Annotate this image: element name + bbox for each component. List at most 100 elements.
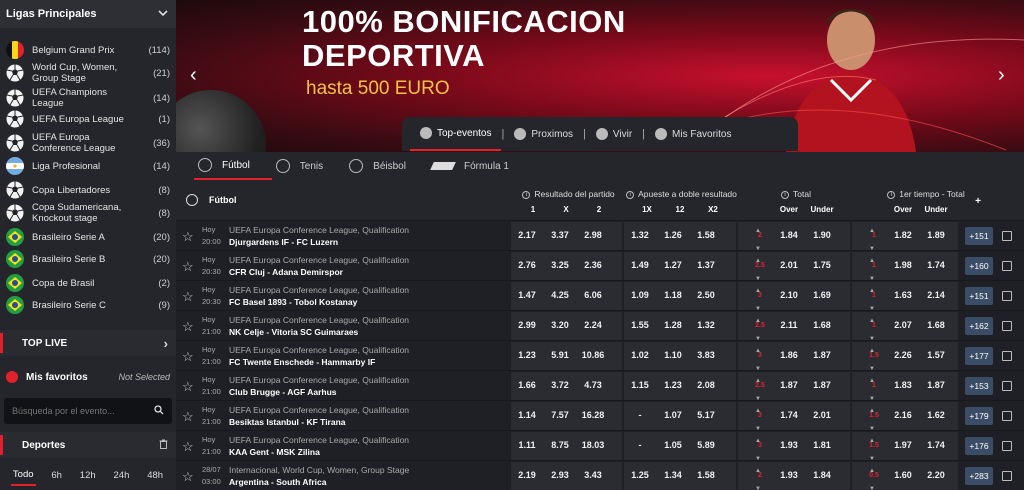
odd-value[interactable]: 4.25 <box>545 281 575 310</box>
banner-prev-arrow[interactable]: ‹ <box>190 64 197 87</box>
favorite-star-icon[interactable]: ☆ <box>182 409 194 425</box>
half-line-stepper[interactable]: 1.5 <box>867 400 881 440</box>
time-tab-48h[interactable]: 48h <box>145 466 165 485</box>
over-odd[interactable]: 2.11 <box>775 311 803 340</box>
table-row[interactable]: ☆ Hoy 21:00 UEFA Europa Conference League, … <box>176 310 1024 350</box>
half-over-odd[interactable]: 1.97 <box>889 431 917 460</box>
odd-value[interactable]: 1.37 <box>691 251 721 280</box>
half-over-odd[interactable]: 2.26 <box>889 341 917 370</box>
odd-value[interactable]: 2.99 <box>512 311 542 340</box>
banner-next-arrow[interactable]: › <box>998 64 1005 87</box>
more-markets-button[interactable]: +151 <box>965 227 993 245</box>
sidebar-league-item[interactable]: Brasileiro Serie C (9) <box>0 295 176 315</box>
odd-value[interactable]: 1.58 <box>691 221 721 250</box>
odd-value[interactable]: 1.34 <box>658 461 688 490</box>
half-over-odd[interactable]: 1.83 <box>889 371 917 400</box>
under-odd[interactable]: 1.84 <box>807 461 837 490</box>
more-markets-button[interactable]: +162 <box>965 317 993 335</box>
odd-value[interactable]: 1.10 <box>658 341 688 370</box>
half-line-stepper[interactable]: 1 <box>867 370 881 410</box>
favorite-star-icon[interactable]: ☆ <box>182 469 194 485</box>
time-tab-24h[interactable]: 24h <box>112 466 132 485</box>
under-odd[interactable]: 1.87 <box>807 341 837 370</box>
table-row[interactable]: ☆ Hoy 21:00 UEFA Europa Conference League, … <box>176 340 1024 380</box>
statistics-icon[interactable] <box>1002 291 1012 301</box>
odd-value[interactable]: 3.72 <box>545 371 575 400</box>
leagues-header[interactable]: Ligas Principales <box>0 0 176 28</box>
statistics-icon[interactable] <box>1002 261 1012 271</box>
odd-value[interactable]: 1.58 <box>691 461 721 490</box>
favorite-star-icon[interactable]: ☆ <box>182 319 194 335</box>
odd-value[interactable]: 6.06 <box>578 281 608 310</box>
odd-value[interactable]: 3.37 <box>545 221 575 250</box>
odd-value[interactable]: 1.66 <box>512 371 542 400</box>
total-line-stepper[interactable]: 2.5 <box>753 250 767 290</box>
top-live-section[interactable]: TOP LIVE › <box>0 330 176 356</box>
more-markets-button[interactable]: +151 <box>965 287 993 305</box>
half-over-odd[interactable]: 2.16 <box>889 401 917 430</box>
total-line-stepper[interactable]: 2.5 <box>753 370 767 410</box>
table-row[interactable]: ☆ Hoy 21:00 UEFA Europa Conference League, … <box>176 430 1024 470</box>
sport-tab-tennis[interactable]: Tenis <box>272 152 345 180</box>
more-markets-button[interactable]: +153 <box>965 377 993 395</box>
over-odd[interactable]: 1.93 <box>775 461 803 490</box>
over-odd[interactable]: 1.86 <box>775 341 803 370</box>
odd-value[interactable]: 2.50 <box>691 281 721 310</box>
statistics-icon[interactable] <box>1002 471 1012 481</box>
under-odd[interactable]: 1.75 <box>807 251 837 280</box>
odd-value[interactable]: 3.43 <box>578 461 608 490</box>
total-line-stepper[interactable]: 3 <box>753 430 767 470</box>
odd-value[interactable]: 8.75 <box>545 431 575 460</box>
odd-value[interactable]: 1.09 <box>625 281 655 310</box>
odd-value[interactable]: 16.28 <box>578 401 608 430</box>
sport-tab-football[interactable]: Fútbol <box>194 152 272 180</box>
tab-live[interactable]: Vivir <box>586 117 642 151</box>
over-odd[interactable]: 2.10 <box>775 281 803 310</box>
odd-value[interactable]: 2.08 <box>691 371 721 400</box>
over-odd[interactable]: 1.74 <box>775 401 803 430</box>
odd-value[interactable]: 2.76 <box>512 251 542 280</box>
sidebar-league-item[interactable]: Copa de Brasil (2) <box>0 273 176 293</box>
odd-value[interactable]: 1.23 <box>658 371 688 400</box>
statistics-icon[interactable] <box>1002 351 1012 361</box>
half-under-odd[interactable]: 1.74 <box>921 431 951 460</box>
favorite-star-icon[interactable]: ☆ <box>182 379 194 395</box>
odd-value[interactable]: 1.26 <box>658 221 688 250</box>
odd-value[interactable]: 1.49 <box>625 251 655 280</box>
sidebar-league-item[interactable]: Brasileiro Serie B (20) <box>0 249 176 269</box>
odd-value[interactable]: 18.03 <box>578 431 608 460</box>
time-tab-6h[interactable]: 6h <box>49 466 64 485</box>
under-odd[interactable]: 2.01 <box>807 401 837 430</box>
odd-value[interactable]: 2.93 <box>545 461 575 490</box>
trash-icon[interactable] <box>159 439 168 452</box>
odd-value[interactable]: 1.11 <box>512 431 542 460</box>
favorite-star-icon[interactable]: ☆ <box>182 229 194 245</box>
search-input[interactable] <box>12 406 154 416</box>
odd-value[interactable]: 1.02 <box>625 341 655 370</box>
sport-tab-formula1[interactable]: Fórmula 1 <box>428 152 531 180</box>
under-odd[interactable]: 1.69 <box>807 281 837 310</box>
over-odd[interactable]: 1.84 <box>775 221 803 250</box>
favorites-row[interactable]: Mis favoritos Not Selected <box>0 364 176 390</box>
total-line-stepper[interactable]: 2.5 <box>753 310 767 350</box>
sidebar-league-item[interactable]: Liga Profesional (14) <box>0 156 176 176</box>
under-odd[interactable]: 1.87 <box>807 371 837 400</box>
odd-value[interactable]: 1.27 <box>658 251 688 280</box>
odd-value[interactable]: 3.25 <box>545 251 575 280</box>
odd-value[interactable]: 2.17 <box>512 221 542 250</box>
odd-value[interactable]: 7.57 <box>545 401 575 430</box>
table-row[interactable]: ☆ Hoy 21:00 UEFA Europa Conference League, … <box>176 400 1024 440</box>
table-row[interactable]: ☆ Hoy 20:30 UEFA Europa Conference League, … <box>176 250 1024 290</box>
half-under-odd[interactable]: 2.20 <box>921 461 951 490</box>
half-line-stepper[interactable]: 1 <box>867 280 881 320</box>
odd-value[interactable]: 1.55 <box>625 311 655 340</box>
half-over-odd[interactable]: 1.98 <box>889 251 917 280</box>
over-odd[interactable]: 1.93 <box>775 431 803 460</box>
odd-value[interactable]: 3.83 <box>691 341 721 370</box>
more-markets-button[interactable]: +177 <box>965 347 993 365</box>
half-under-odd[interactable]: 1.87 <box>921 371 951 400</box>
half-under-odd[interactable]: 1.68 <box>921 311 951 340</box>
table-row[interactable]: ☆ 28/07 03:00 Internacional, World Cup, Wom… <box>176 460 1024 490</box>
favorite-star-icon[interactable]: ☆ <box>182 349 194 365</box>
odd-value[interactable]: 1.05 <box>658 431 688 460</box>
